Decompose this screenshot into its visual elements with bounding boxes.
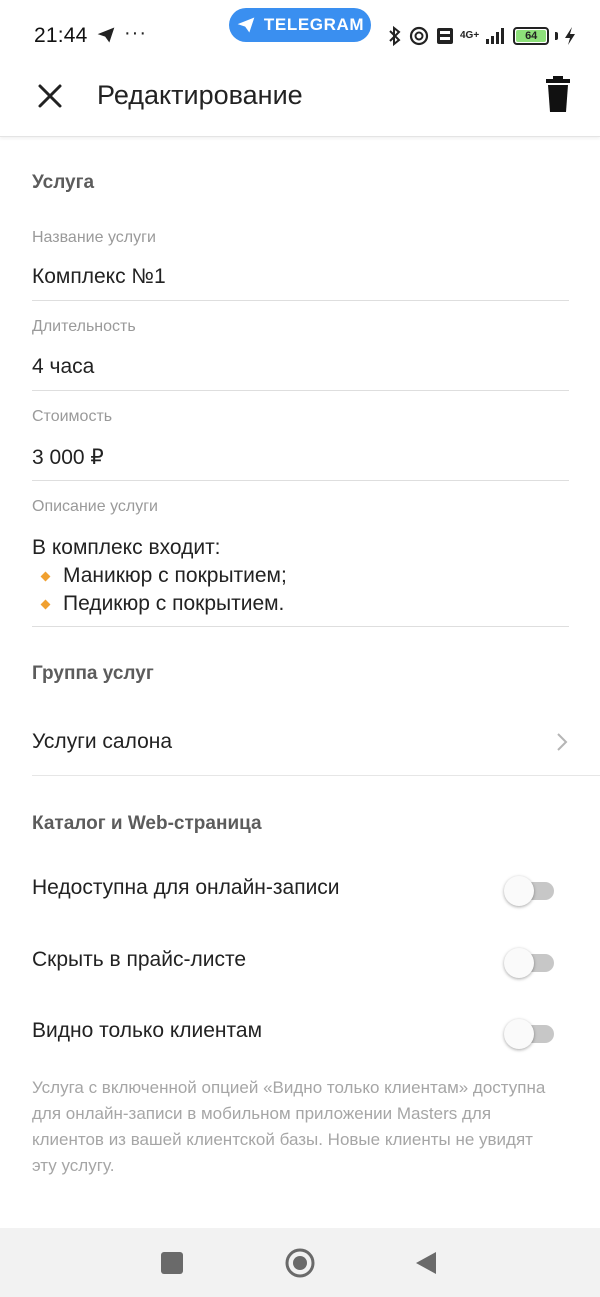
description-item-text: Маникюр с покрытием;	[63, 564, 287, 587]
battery-tip	[555, 32, 559, 40]
battery-level: 64	[516, 30, 547, 42]
toggle-row-clients-only: Видно только клиентам	[0, 1003, 600, 1063]
price-label: Стоимость	[32, 408, 113, 425]
link-icon	[409, 26, 429, 46]
price-input[interactable]: 3 000 ₽	[32, 445, 562, 470]
section-heading-catalog: Каталог и Web-страница	[32, 813, 262, 834]
status-dots: ···	[124, 22, 147, 44]
recents-icon[interactable]	[161, 1252, 183, 1274]
clients-only-toggle[interactable]	[504, 1019, 554, 1049]
unavailable-online-toggle[interactable]	[504, 876, 554, 906]
network-type: 4G+	[460, 30, 480, 41]
page-title: Редактирование	[97, 80, 303, 110]
chevron-right-icon	[557, 733, 568, 751]
section-heading-group: Группа услуг	[32, 663, 154, 684]
divider	[32, 775, 600, 776]
description-input[interactable]: В комплекс входит:	[32, 536, 221, 560]
telegram-send-icon	[97, 27, 115, 43]
close-icon[interactable]	[30, 76, 70, 116]
divider	[32, 300, 569, 301]
service-group-value: Услуги салона	[32, 730, 173, 753]
toggle-row-hide-price-list: Скрыть в прайс-листе	[0, 932, 600, 992]
status-time: 21:44	[34, 24, 88, 47]
divider	[32, 626, 569, 627]
home-icon[interactable]	[284, 1247, 316, 1279]
service-group-row[interactable]: Услуги салона	[0, 710, 600, 774]
toggle-row-unavailable-online: Недоступна для онлайн-записи	[0, 860, 600, 920]
telegram-pill-label: TELEGRAM	[263, 15, 365, 34]
toggle-thumb	[504, 948, 534, 978]
hide-price-list-toggle[interactable]	[504, 948, 554, 978]
divider	[32, 480, 569, 481]
app-header: Редактирование	[0, 60, 600, 137]
toggle-thumb	[504, 1019, 534, 1049]
duration-label: Длительность	[32, 318, 136, 335]
toggle-label: Недоступна для онлайн-записи	[32, 876, 340, 899]
service-name-input[interactable]: Комплекс №1	[32, 265, 562, 289]
service-name-label: Название услуги	[32, 229, 156, 246]
description-list-item: Педикюр с покрытием.	[40, 592, 284, 616]
telegram-pill[interactable]: TELEGRAM	[229, 8, 371, 42]
volte-icon	[437, 28, 453, 44]
signal-icon	[486, 28, 505, 44]
status-icons: 4G+ 64	[388, 24, 576, 48]
description-item-text: Педикюр с покрытием.	[63, 592, 285, 615]
toggle-label: Видно только клиентам	[32, 1019, 263, 1042]
trash-icon[interactable]	[538, 74, 578, 116]
system-nav-bar	[0, 1228, 600, 1297]
charging-icon	[565, 27, 576, 45]
back-icon[interactable]	[414, 1250, 438, 1276]
divider	[32, 390, 569, 391]
clients-only-footnote: Услуга с включенной опцией «Видно только…	[32, 1078, 546, 1175]
toggle-label: Скрыть в прайс-листе	[32, 948, 247, 971]
description-list-item: Маникюр с покрытием;	[40, 564, 287, 588]
toggle-thumb	[504, 876, 534, 906]
bullet-icon	[40, 599, 51, 609]
duration-input[interactable]: 4 часа	[32, 355, 562, 379]
battery-icon: 64	[513, 27, 550, 45]
section-heading-service: Услуга	[32, 172, 95, 193]
bullet-icon	[40, 571, 51, 581]
status-bar: 21:44 ··· TELEGRAM 4G+ 64	[0, 0, 600, 60]
description-label: Описание услуги	[32, 498, 158, 515]
telegram-send-icon	[237, 17, 255, 33]
bluetooth-icon	[389, 25, 401, 47]
